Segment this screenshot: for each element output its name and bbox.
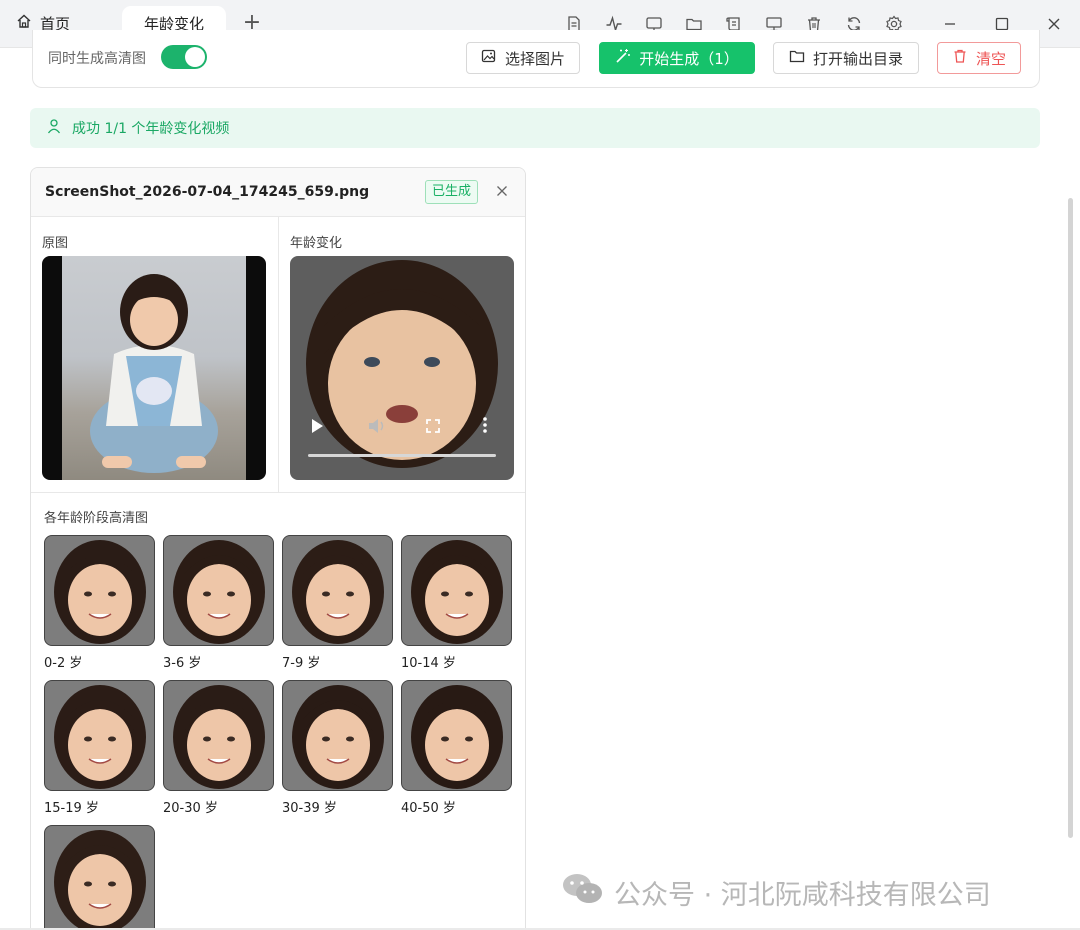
alert-text: 成功 1/1 个年龄变化视频 [72, 121, 230, 137]
age-stage-label: 3-6 岁 [163, 656, 202, 671]
select-image-button[interactable]: 选择图片 [466, 42, 580, 74]
original-label: 原图 [42, 236, 69, 251]
more-options-icon[interactable] [483, 417, 487, 437]
age-stage-label: 15-19 岁 [44, 801, 99, 816]
age-stage-label: 0-2 岁 [44, 656, 83, 671]
hd-toggle-switch[interactable] [161, 45, 207, 69]
age-stage-thumbnail[interactable] [163, 680, 274, 791]
clear-button[interactable]: 清空 [937, 42, 1021, 74]
age-stage-thumbnail[interactable] [401, 680, 512, 791]
photo-scene [62, 256, 246, 480]
age-stage-thumbnail[interactable] [401, 535, 512, 646]
file-name: ScreenShot_2026-07-04_174245_659.png [45, 184, 370, 200]
folder-open-icon [789, 48, 805, 68]
open-output-label: 打开输出目录 [812, 49, 903, 68]
start-generate-label: 开始生成（1） [639, 49, 739, 68]
original-photo [42, 256, 266, 480]
age-stage-thumbnail[interactable] [163, 535, 274, 646]
status-badge: 已生成 [425, 180, 479, 204]
age-stage-label: 40-50 岁 [401, 801, 456, 816]
close-window-button[interactable] [1042, 12, 1066, 36]
result-card: ScreenShot_2026-07-04_174245_659.png 已生成… [30, 167, 526, 930]
divider [278, 217, 279, 492]
watermark: 公众号 · 河北阮咸科技有限公司 [562, 872, 991, 913]
age-stage-thumbnail[interactable] [282, 535, 393, 646]
trash-icon [952, 48, 968, 68]
scrollbar[interactable] [1068, 198, 1073, 838]
age-stage-thumbnail[interactable] [44, 825, 155, 930]
hd-toggle-label: 同时生成高清图 [48, 51, 146, 67]
age-stage-thumbnail[interactable] [44, 535, 155, 646]
magic-wand-icon [615, 48, 631, 68]
age-stage-thumbnail[interactable] [282, 680, 393, 791]
stages-label: 各年龄阶段高清图 [44, 511, 149, 526]
close-icon [496, 182, 508, 201]
fullscreen-icon[interactable] [426, 418, 440, 437]
age-stage-thumbnail[interactable] [44, 680, 155, 791]
start-generate-button[interactable]: 开始生成（1） [599, 42, 755, 74]
age-stage-label: 10-14 岁 [401, 656, 456, 671]
card-header: ScreenShot_2026-07-04_174245_659.png 已生成 [31, 168, 525, 217]
age-stage-label: 20-30 岁 [163, 801, 218, 816]
user-icon [46, 118, 62, 138]
age-change-video[interactable] [290, 256, 514, 480]
image-add-icon [481, 48, 497, 68]
success-alert: 成功 1/1 个年龄变化视频 [30, 108, 1040, 148]
home-icon [16, 13, 32, 33]
age-stage-label: 7-9 岁 [282, 656, 321, 671]
age-stage-label: 30-39 岁 [282, 801, 337, 816]
toggle-knob [185, 47, 205, 67]
volume-icon[interactable] [368, 418, 388, 438]
divider [31, 492, 525, 493]
close-card-button[interactable] [493, 182, 511, 200]
watermark-text: 公众号 · 河北阮咸科技有限公司 [614, 880, 991, 911]
select-image-label: 选择图片 [504, 49, 565, 68]
play-icon[interactable] [310, 418, 324, 438]
open-output-button[interactable]: 打开输出目录 [773, 42, 919, 74]
clear-label: 清空 [975, 49, 1006, 68]
video-progress-bar[interactable] [308, 454, 496, 457]
age-change-label: 年龄变化 [290, 236, 343, 251]
wechat-icon [562, 872, 604, 913]
